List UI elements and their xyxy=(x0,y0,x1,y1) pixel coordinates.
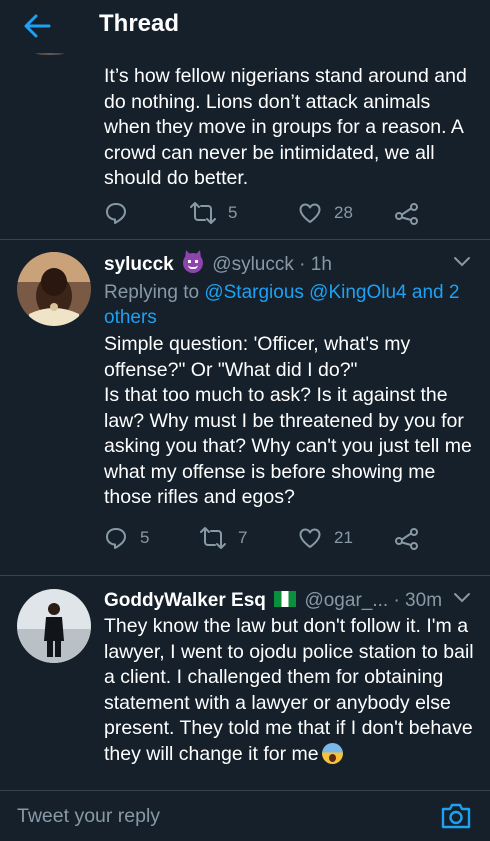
avatar[interactable] xyxy=(17,252,91,326)
camera-icon xyxy=(441,803,471,829)
retweet-count: 5 xyxy=(228,203,238,222)
reply-count: 5 xyxy=(140,528,150,547)
share-icon xyxy=(395,528,418,550)
display-name[interactable]: sylucck xyxy=(104,254,174,275)
avatar-photo xyxy=(17,589,91,663)
tweet-text-content: They know the law but don't follow it. I… xyxy=(104,615,474,765)
share-icon xyxy=(395,203,418,225)
display-name[interactable]: GoddyWalker Esq xyxy=(104,590,266,611)
tweet[interactable]: sylucck @sylucck · 1h Replying to @Starg… xyxy=(0,240,490,576)
tweet-header: GoddyWalker Esq @ogar_... · 30m xyxy=(104,589,442,613)
replying-to-label: Replying to xyxy=(104,282,200,303)
tweet[interactable]: It’s how fellow nigerians stand around a… xyxy=(0,53,490,240)
chevron-down-icon xyxy=(454,593,470,603)
tweet-actions: 5 28 xyxy=(104,200,434,226)
retweet-button[interactable]: 5 xyxy=(190,200,237,226)
share-button[interactable] xyxy=(394,200,420,226)
retweet-icon xyxy=(190,202,216,224)
retweet-count: 7 xyxy=(238,528,248,547)
tweet-text: Simple question: 'Officer, what's my off… xyxy=(104,333,472,508)
timestamp: · 30m xyxy=(393,590,443,611)
tweet-text: They know the law but don't follow it. I… xyxy=(104,614,476,767)
nigeria-flag-icon xyxy=(274,591,297,607)
username[interactable]: @ogar_... xyxy=(304,590,388,611)
timestamp: · 1h xyxy=(299,254,332,275)
tweet-menu-button[interactable] xyxy=(452,590,472,609)
heart-icon xyxy=(299,203,321,223)
heart-icon xyxy=(299,528,321,548)
tweet-actions: 5 7 21 xyxy=(104,525,434,551)
retweet-button[interactable]: 7 xyxy=(200,525,247,551)
devil-emoji-icon xyxy=(183,253,204,273)
tweet-text: It’s how fellow nigerians stand around a… xyxy=(104,65,467,189)
like-count: 28 xyxy=(334,203,353,222)
username[interactable]: @sylucck xyxy=(212,254,294,275)
like-button[interactable]: 28 xyxy=(298,200,353,226)
thread-feed[interactable]: It’s how fellow nigerians stand around a… xyxy=(0,53,490,790)
reply-input[interactable]: Tweet your reply xyxy=(17,805,160,828)
replying-to: Replying to @Stargious @KingOlu4 and 2 o… xyxy=(104,280,476,330)
share-button[interactable] xyxy=(394,525,420,551)
top-bar: Thread xyxy=(0,0,490,53)
reply-button[interactable] xyxy=(104,200,140,226)
avatar[interactable] xyxy=(17,589,91,663)
screaming-face-emoji-icon xyxy=(321,742,343,764)
reply-icon xyxy=(106,203,126,224)
avatar-photo xyxy=(17,252,91,326)
avatar[interactable] xyxy=(30,53,70,55)
arrow-left-icon xyxy=(24,14,51,38)
reply-icon xyxy=(106,528,126,549)
retweet-icon xyxy=(200,527,226,549)
reply-composer[interactable]: Tweet your reply xyxy=(0,790,490,841)
like-count: 21 xyxy=(334,528,353,547)
tweet-header: sylucck @sylucck · 1h xyxy=(104,253,332,277)
tweet-menu-button[interactable] xyxy=(452,254,472,273)
camera-button[interactable] xyxy=(440,801,472,831)
tweet[interactable]: GoddyWalker Esq @ogar_... · 30m They kno… xyxy=(0,576,490,790)
like-button[interactable]: 21 xyxy=(298,525,353,551)
reply-button[interactable]: 5 xyxy=(104,525,149,551)
page-title: Thread xyxy=(99,10,180,37)
back-button[interactable] xyxy=(22,12,52,40)
chevron-down-icon xyxy=(454,257,470,267)
